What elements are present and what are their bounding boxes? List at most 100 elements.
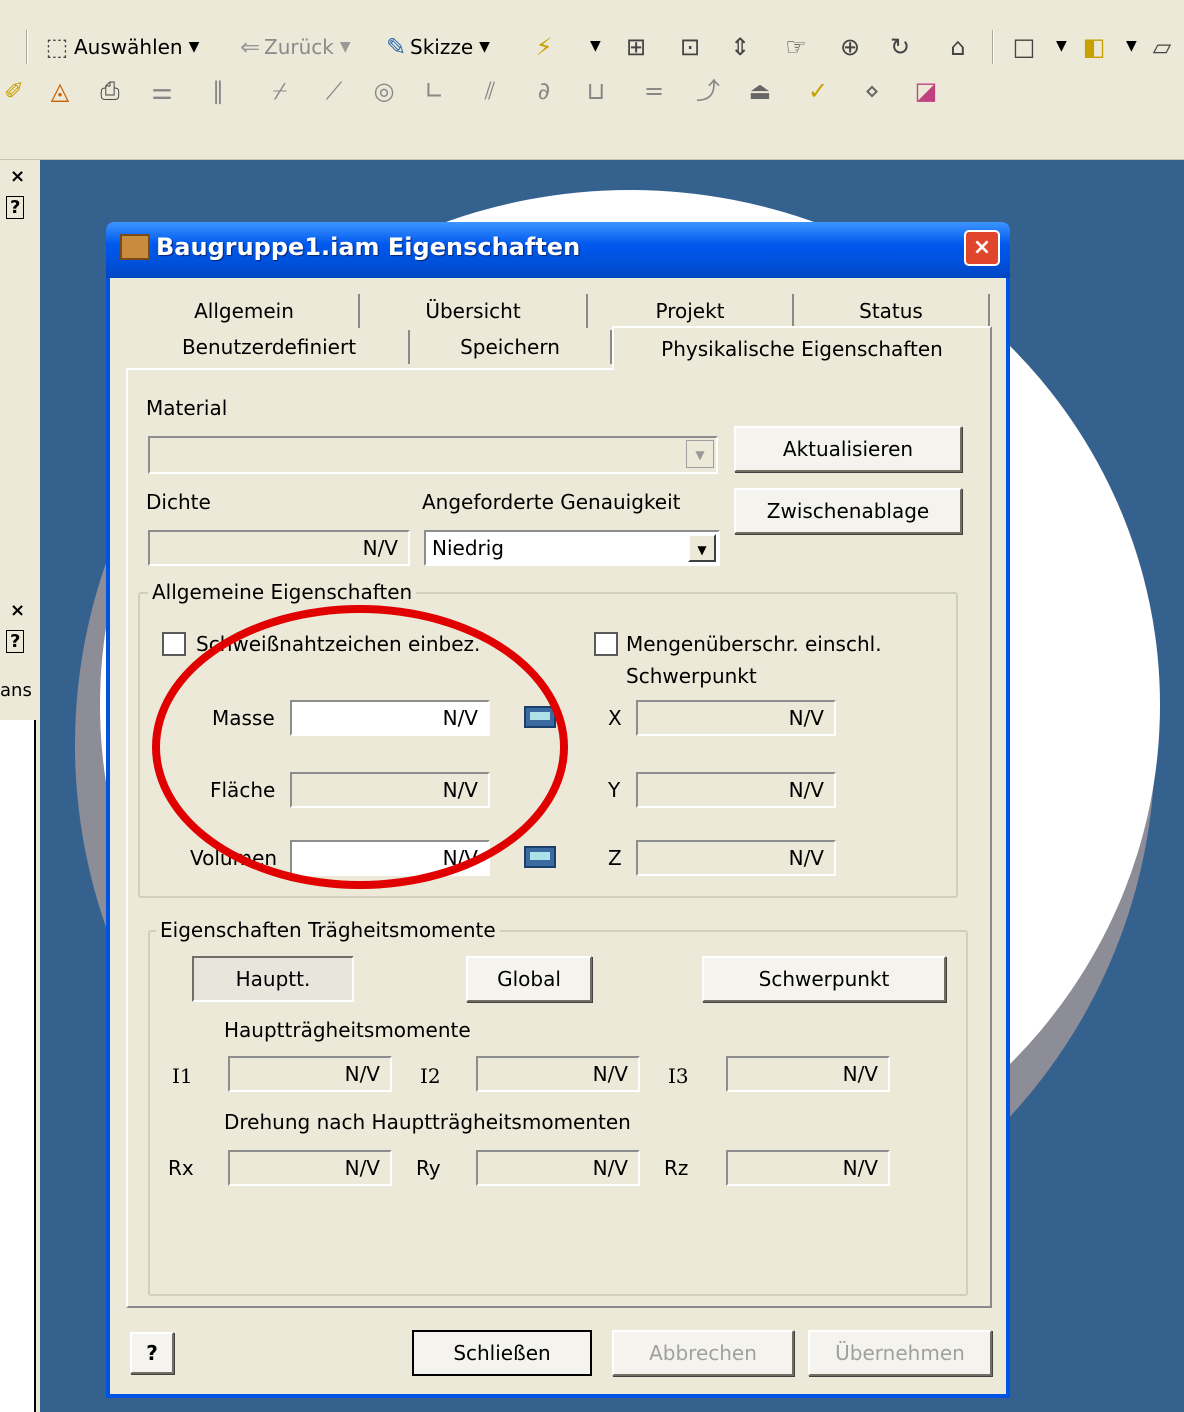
flaeche-field: N/V [290,772,490,808]
auswaehlen-button[interactable]: ⬚ Auswählen ▼ [40,29,200,65]
material-combo[interactable]: ▼ [148,436,718,474]
coincident-icon[interactable]: ⌿ [266,77,294,105]
zwischenablage-button[interactable]: Zwischenablage [734,488,962,534]
rotate-icon[interactable]: ↻ [886,33,914,61]
close-icon[interactable]: × [10,166,25,187]
uebernehmen-button[interactable]: Übernehmen [808,1330,992,1376]
allgemeine-eigenschaften-title: Allgemeine Eigenschaften [148,580,417,604]
parallel-lines-icon[interactable]: ⫽ [476,77,504,105]
z-label: Z [608,846,622,870]
haupttraegheitsmomente-label: Hauptträgheitsmomente [224,1018,471,1042]
menge-checkbox[interactable] [594,632,618,656]
zoom-all-icon[interactable]: ⊞ [622,33,650,61]
edit-icon[interactable]: ✐ [0,77,28,105]
dichte-field: N/V [148,530,410,566]
dialog-titlebar[interactable]: Baugruppe1.iam Eigenschaften × [106,222,1010,278]
ry-label: Ry [416,1156,441,1180]
display-mode-icon[interactable]: □ [1010,33,1038,61]
ground-plane-icon[interactable]: ▱ [1148,33,1176,61]
aktualisieren-button[interactable]: Aktualisieren [734,426,962,472]
dropdown-arrow-icon[interactable]: ▼ [1056,38,1067,54]
genauigkeit-select[interactable]: Niedrig ▼ [424,530,720,566]
assembly-toolbar: ✐ ◬ ⎙ ⚌ ∥ ⌿ ⟋ ◎ ∟ ⫽ ∂ ⊔ = ⤴ ⏏ ✓ ⋄ ◪ [0,72,1184,118]
parallel-icon[interactable]: ∥ [204,77,232,105]
sketch-doctor-icon[interactable]: ◪ [912,77,940,105]
print-icon[interactable]: ⎙ [96,77,124,105]
tab-speichern[interactable]: Speichern [410,330,612,364]
abbrechen-button[interactable]: Abbrechen [612,1330,794,1376]
concentric-icon[interactable]: ◎ [370,77,398,105]
i1-field: N/V [228,1056,392,1092]
tab-projekt[interactable]: Projekt [588,294,794,328]
close-icon[interactable]: × [10,600,25,621]
zoom-window-icon[interactable]: ⊡ [676,33,704,61]
lock-icon[interactable]: ⏏ [746,77,774,105]
i3-field: N/V [726,1056,890,1092]
calculator-icon[interactable] [524,706,556,728]
dropdown-arrow-icon[interactable]: ▼ [340,39,351,55]
tab-physikalische-eigenschaften[interactable]: Physikalische Eigenschaften [612,326,992,370]
skizze-icon: ✎ [385,33,407,61]
perpendicular-icon[interactable]: ∟ [420,77,448,105]
tab-uebersicht[interactable]: Übersicht [360,294,588,328]
schwerpunkt-label: Schwerpunkt [626,664,757,688]
schweiss-checkbox[interactable] [162,632,186,656]
fix-icon[interactable]: ⤴ [694,77,722,105]
dropdown-arrow-icon[interactable]: ▼ [686,440,714,468]
zoom-select-icon[interactable]: ⊕ [836,33,864,61]
collinear-icon[interactable]: ⟋ [320,77,348,105]
schwerpunkt-button[interactable]: Schwerpunkt [702,956,946,1002]
tab-allgemein[interactable]: Allgemein [130,294,360,328]
dropdown-arrow-icon[interactable]: ▼ [189,39,200,55]
dimension-display-icon[interactable]: ⋄ [858,77,886,105]
toolbar-separator [992,30,994,64]
dropdown-arrow-icon[interactable]: ▼ [479,39,490,55]
menu-bar [0,0,1184,14]
equal-icon[interactable]: = [640,77,668,105]
i2-label: I2 [420,1064,441,1088]
schweiss-label: Schweißnahtzeichen einbez. [196,632,481,656]
help-button[interactable]: ? [130,1332,174,1374]
dropdown-arrow-icon[interactable]: ▼ [590,38,601,54]
dropdown-arrow-icon[interactable]: ▼ [1126,38,1137,54]
flush-icon[interactable]: ⚌ [148,77,176,105]
pan-icon[interactable]: ☞ [782,33,810,61]
look-at-icon[interactable]: ⌂ [944,33,972,61]
measure-icon[interactable]: ◬ [46,77,74,105]
symmetric-icon[interactable]: ⊔ [582,77,610,105]
dialog-client: Allgemein Übersicht Projekt Status Benut… [110,278,1006,1394]
calculator-icon[interactable] [524,846,556,868]
rz-label: Rz [664,1156,689,1180]
y-field: N/V [636,772,836,808]
masse-field[interactable]: N/V [290,700,490,736]
volumen-field[interactable]: N/V [290,840,490,876]
panel-label-fragment: ans [0,680,32,701]
browser-tree[interactable] [0,720,36,1412]
skizze-button[interactable]: ✎ Skizze ▼ [382,29,490,65]
genauigkeit-label: Angeforderte Genauigkeit [422,490,681,514]
zurueck-button[interactable]: ⇐ Zurück ▼ [236,29,351,65]
hauptt-button[interactable]: Hauptt. [192,956,354,1002]
tab-status[interactable]: Status [794,294,990,328]
i1-label: I1 [172,1064,193,1088]
volumen-label: Volumen [190,846,278,870]
close-button[interactable]: × [964,230,1000,266]
global-button[interactable]: Global [466,956,592,1002]
help-icon[interactable]: ? [6,630,25,653]
drehung-label: Drehung nach Hauptträgheitsmomenten [224,1110,631,1134]
browser-panel: × ? × ? ans [0,160,40,1412]
toolbar-spacer [0,120,1184,160]
tab-benutzerdefiniert[interactable]: Benutzerdefiniert [130,330,410,364]
dropdown-arrow-icon[interactable]: ▼ [688,534,716,562]
tangent-icon[interactable]: ∂ [530,77,558,105]
x-label: X [608,706,622,730]
zoom-icon[interactable]: ⇕ [726,33,754,61]
traegheitsmomente-group: Eigenschaften Trägheitsmomente Hauptt. G… [148,918,968,1296]
rz-field: N/V [726,1150,890,1186]
show-constraints-icon[interactable]: ✓ [804,77,832,105]
camera-icon[interactable]: ◧ [1080,33,1108,61]
help-icon[interactable]: ? [6,196,25,219]
standard-toolbar: ⬚ Auswählen ▼ ⇐ Zurück ▼ ✎ Skizze ▼ ⚡ ▼ … [0,24,1184,70]
schliessen-button[interactable]: Schließen [412,1330,592,1376]
dimension-icon[interactable]: ⚡ [530,33,558,61]
